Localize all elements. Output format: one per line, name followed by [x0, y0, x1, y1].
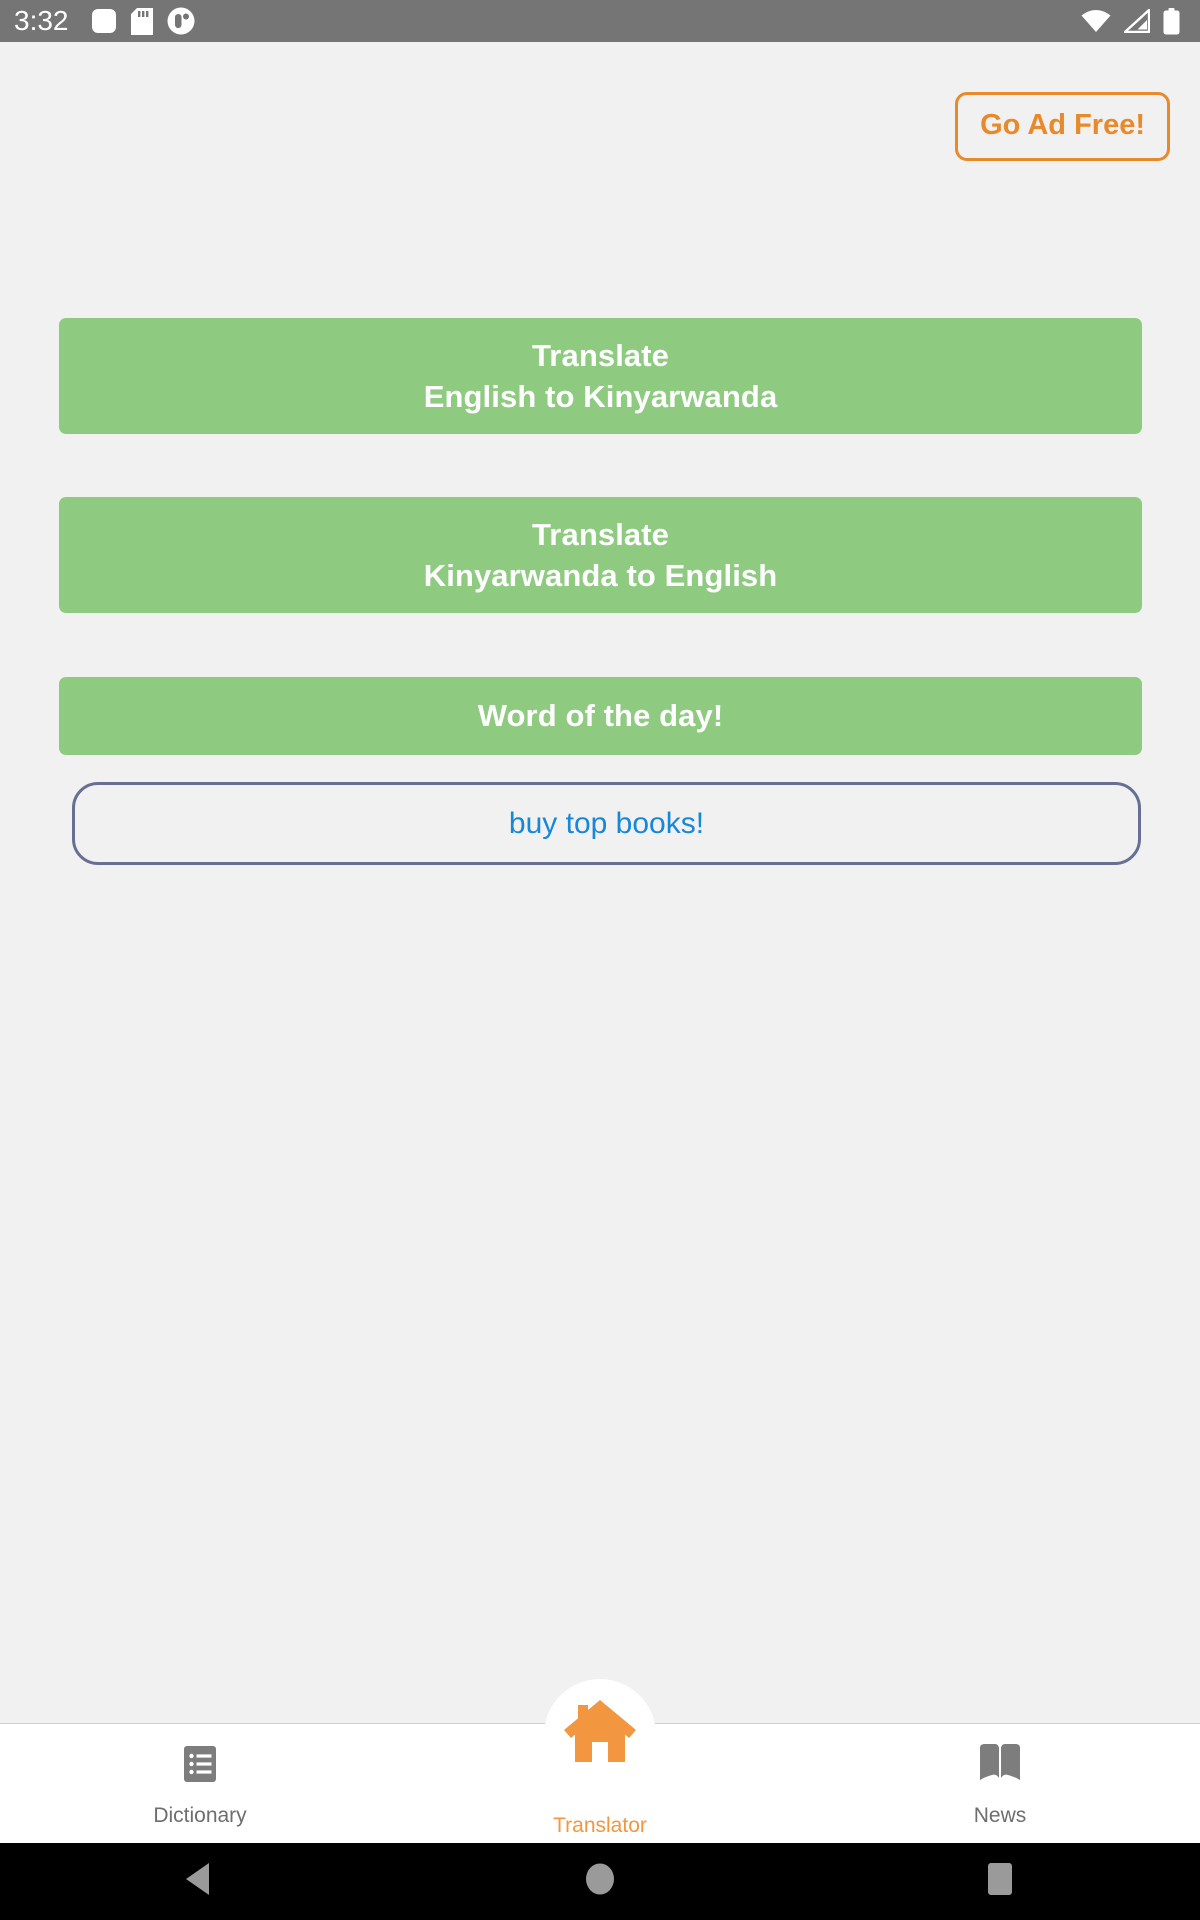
- back-triangle-icon: [183, 1861, 217, 1902]
- button-line-2: English to Kinyarwanda: [423, 379, 778, 414]
- recents-square-icon: [983, 1859, 1017, 1904]
- recents-button[interactable]: [800, 1859, 1200, 1904]
- status-bar: 3:32: [0, 0, 1200, 42]
- home-icon: [561, 1696, 639, 1773]
- back-button[interactable]: [0, 1861, 400, 1902]
- status-bar-system-icons: [1081, 7, 1186, 35]
- battery-icon: [1163, 7, 1180, 35]
- go-ad-free-container: Go Ad Free!: [955, 92, 1170, 161]
- nav-label-news: News: [973, 1804, 1027, 1827]
- android-system-navigation-bar: [0, 1843, 1200, 1920]
- button-line-2: Kinyarwanda to English: [423, 558, 778, 593]
- nav-item-translator[interactable]: Translator: [400, 1679, 800, 1843]
- home-button[interactable]: [400, 1860, 800, 1903]
- home-circle-icon: [583, 1860, 617, 1903]
- buy-top-books-label: buy top books!: [508, 806, 705, 840]
- list-document-icon: [178, 1742, 222, 1791]
- status-bar-notification-icons: [91, 7, 195, 35]
- translate-english-to-kinyarwanda-button[interactable]: Translate English to Kinyarwanda: [59, 318, 1142, 434]
- open-book-icon: [976, 1742, 1024, 1791]
- buy-top-books-button[interactable]: buy top books!: [72, 782, 1141, 865]
- translate-kinyarwanda-to-english-button[interactable]: Translate Kinyarwanda to English: [59, 497, 1142, 613]
- sd-card-icon: [130, 7, 153, 35]
- nav-item-dictionary[interactable]: Dictionary: [0, 1724, 400, 1843]
- nav-item-news[interactable]: News: [800, 1724, 1200, 1843]
- nav-label-dictionary: Dictionary: [153, 1804, 247, 1827]
- cellular-signal-icon: [1124, 9, 1150, 33]
- word-of-the-day-button[interactable]: Word of the day!: [59, 677, 1142, 755]
- nav-label-translator: Translator: [553, 1814, 647, 1837]
- button-line-1: Translate: [531, 337, 670, 373]
- app-notification-icon: [91, 8, 117, 34]
- wifi-icon: [1081, 9, 1111, 33]
- bottom-navigation-bar: Dictionary Translator News: [0, 1679, 1200, 1843]
- button-line-1: Translate: [531, 516, 670, 552]
- button-line-1: Word of the day!: [477, 698, 724, 734]
- go-ad-free-button[interactable]: Go Ad Free!: [955, 92, 1170, 161]
- status-bar-clock: 3:32: [14, 5, 69, 36]
- app-circle-icon: [167, 7, 195, 35]
